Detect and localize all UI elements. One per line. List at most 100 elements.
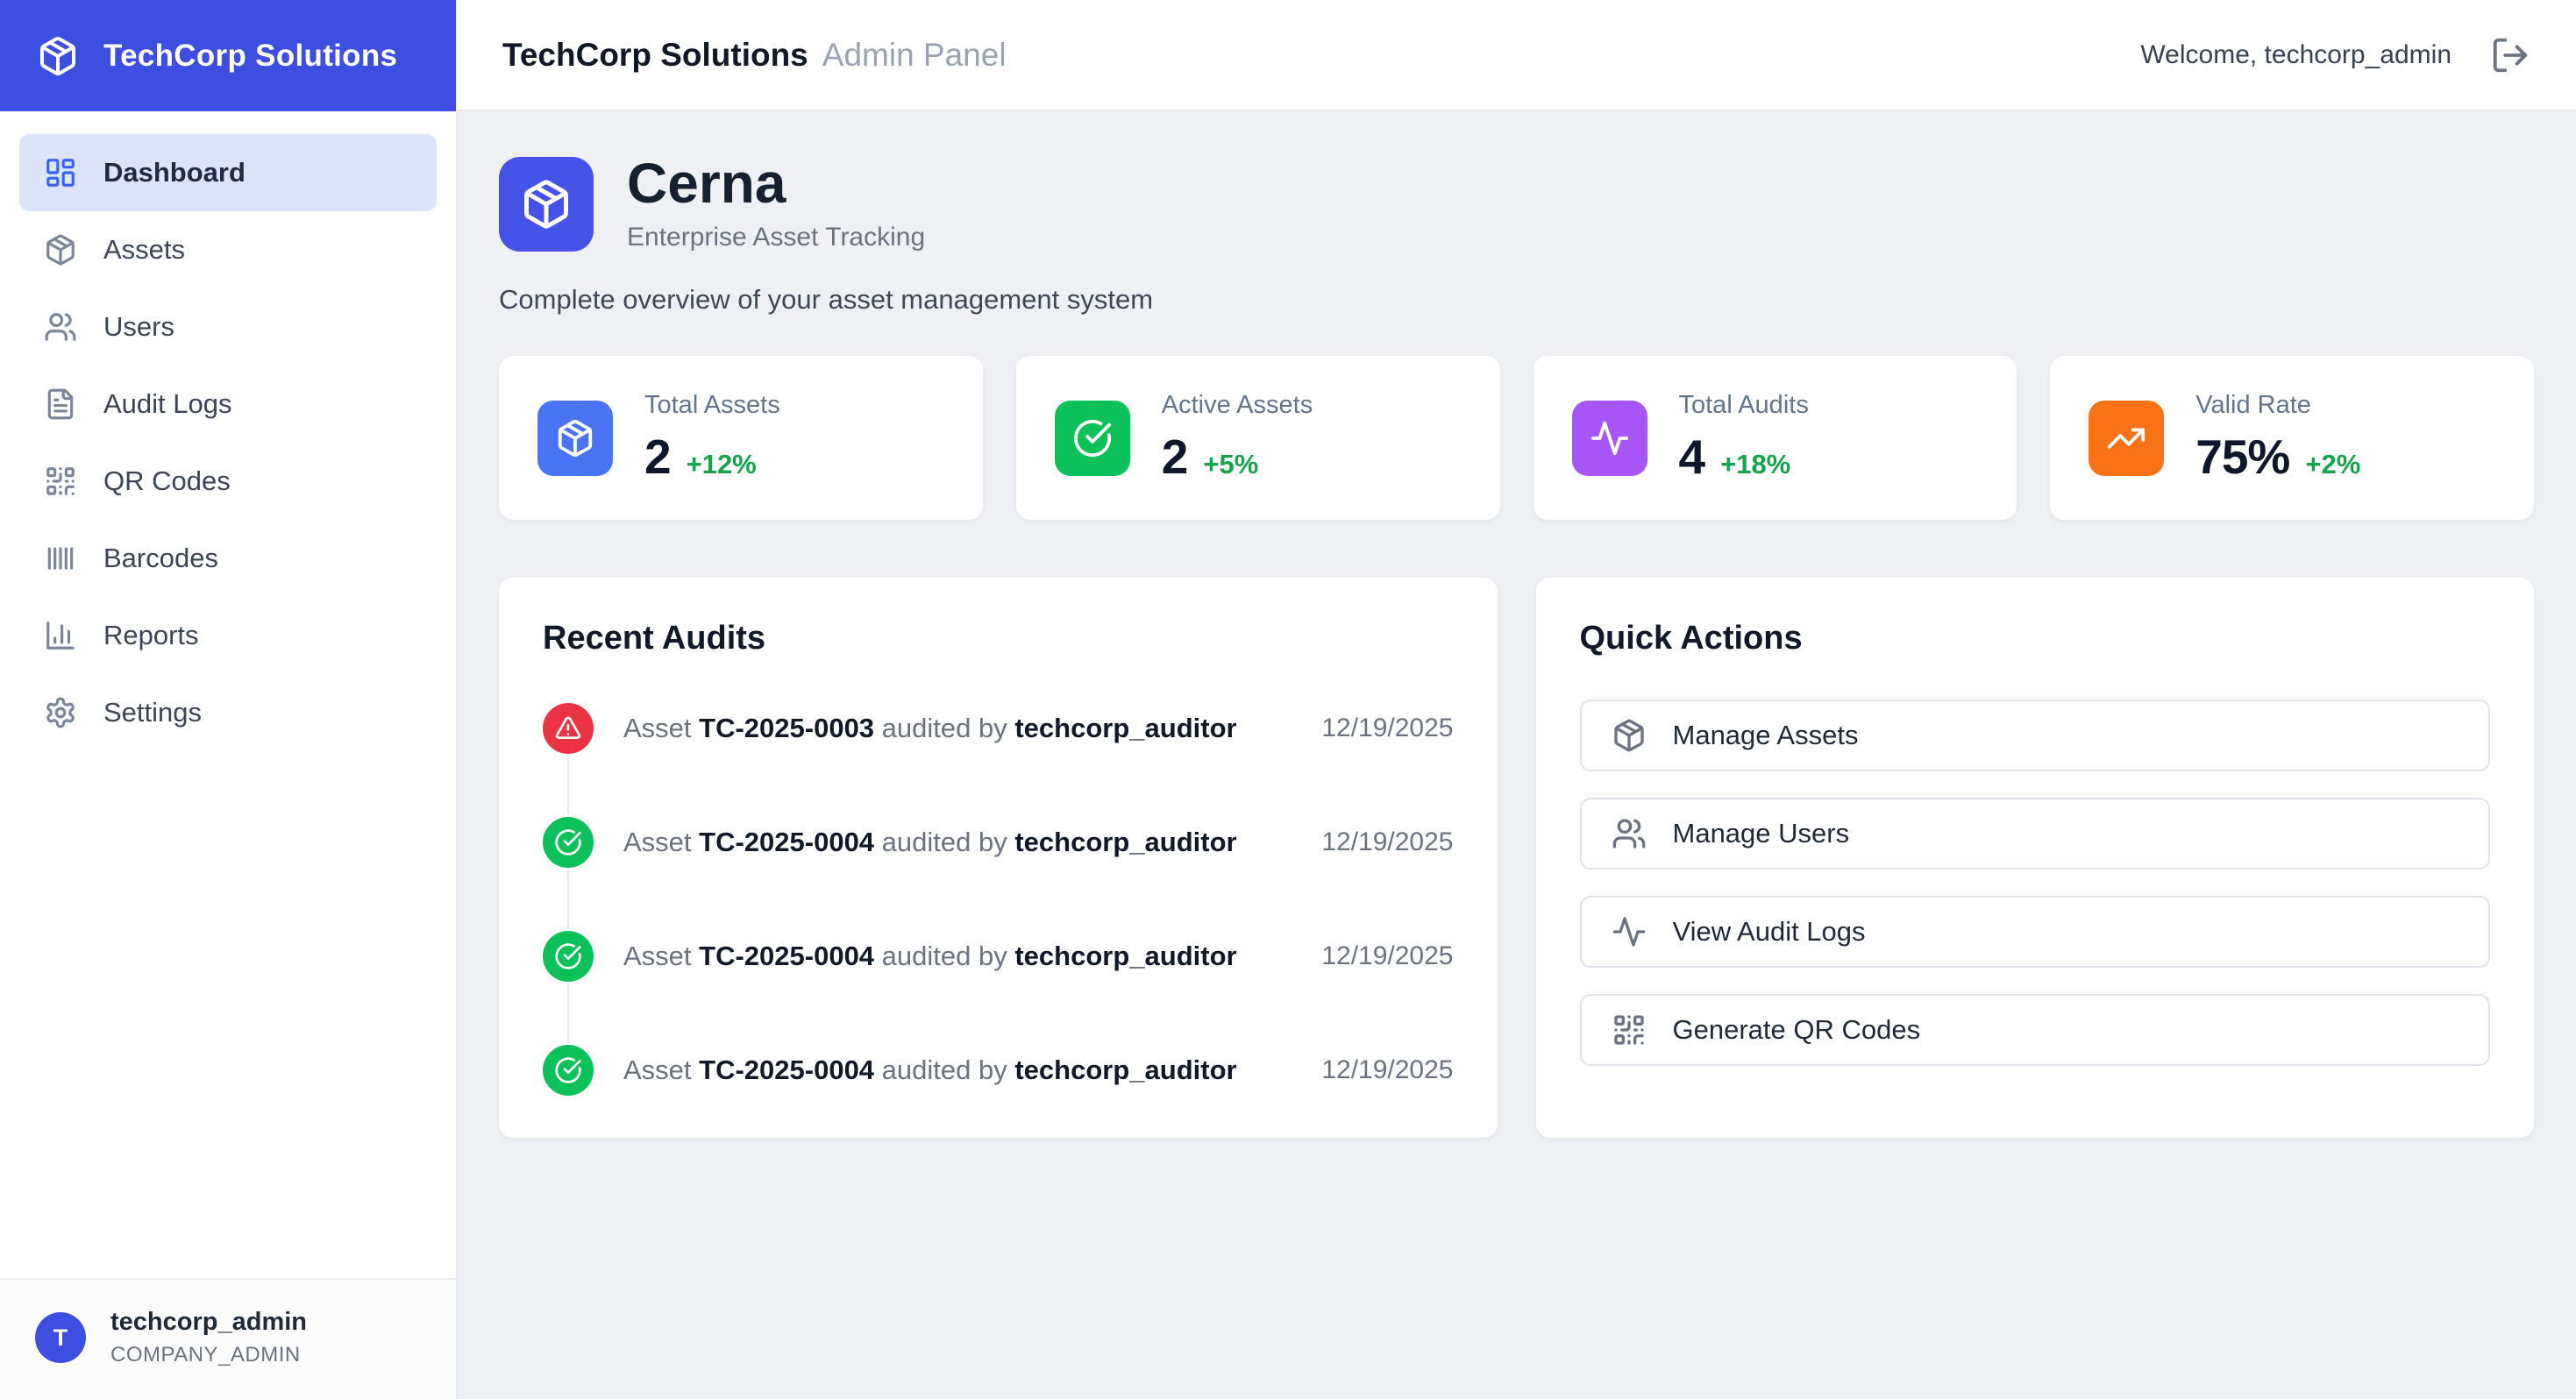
app-hero: Cerna Enterprise Asset Tracking (499, 155, 2534, 252)
stat-delta: +12% (687, 449, 757, 480)
bar-chart-icon (44, 619, 77, 652)
app-tagline: Enterprise Asset Tracking (627, 223, 925, 252)
page-title: TechCorp Solutions Admin Panel (502, 37, 1007, 74)
quick-actions-title: Quick Actions (1580, 620, 2491, 657)
package-icon (44, 233, 77, 266)
check-circle-chip (1055, 401, 1130, 476)
audit-date: 12/19/2025 (1321, 941, 1453, 971)
action-label: View Audit Logs (1673, 916, 1866, 948)
sidebar-item-barcodes[interactable]: Barcodes (19, 520, 437, 597)
manage-assets-button[interactable]: Manage Assets (1580, 700, 2491, 771)
audit-text: Asset TC-2025-0004 audited by techcorp_a… (623, 1055, 1292, 1086)
app-name: Cerna (627, 155, 925, 212)
sidebar: TechCorp Solutions Dashboard Assets Users A… (0, 0, 457, 1399)
sidebar-item-label: Assets (103, 234, 185, 266)
timeline-connector (567, 870, 569, 928)
audit-status-alert (543, 703, 594, 754)
check-circle-icon (554, 942, 582, 970)
trending-up-chip (2089, 401, 2164, 476)
manage-users-button[interactable]: Manage Users (1580, 798, 2491, 870)
sidebar-item-users[interactable]: Users (19, 288, 437, 366)
stat-value: 2 (644, 429, 671, 485)
quick-actions-list: Manage Assets Manage Users View Audit Logs… (1580, 700, 2491, 1066)
audit-date: 12/19/2025 (1321, 1055, 1453, 1085)
sidebar-user-section[interactable]: T techcorp_admin COMPANY_ADMIN (0, 1278, 456, 1399)
audit-status-ok (543, 817, 594, 868)
sidebar-item-label: Audit Logs (103, 388, 232, 420)
stat-value: 4 (1679, 429, 1705, 485)
page-title-secondary: Admin Panel (822, 37, 1007, 74)
stat-delta: +18% (1720, 449, 1790, 480)
audit-text: Asset TC-2025-0003 audited by techcorp_a… (623, 713, 1292, 744)
package-chip (537, 401, 613, 476)
brand-header: TechCorp Solutions (0, 0, 456, 111)
stat-label: Total Assets (644, 391, 780, 420)
audit-date: 12/19/2025 (1321, 827, 1453, 857)
check-circle-icon (1072, 418, 1113, 458)
check-circle-icon (554, 1056, 582, 1084)
qr-code-icon (1612, 1012, 1647, 1047)
audit-row: Asset TC-2025-0004 audited by techcorp_a… (543, 1045, 1454, 1096)
main-area: TechCorp Solutions Admin Panel Welcome, … (457, 0, 2576, 1399)
users-icon (44, 310, 77, 344)
stat-value: 2 (1162, 429, 1188, 485)
sidebar-item-label: Dashboard (103, 157, 246, 188)
stat-label: Valid Rate (2195, 391, 2360, 420)
package-icon (1612, 718, 1647, 753)
stat-card-total-audits: Total Audits4+18% (1534, 356, 2017, 520)
stat-delta: +5% (1203, 449, 1258, 480)
sidebar-item-dashboard[interactable]: Dashboard (19, 134, 437, 211)
stat-card-valid-rate: Valid Rate75%+2% (2050, 356, 2534, 520)
audit-row: Asset TC-2025-0004 audited by techcorp_a… (543, 817, 1454, 868)
quick-actions-panel: Quick Actions Manage Assets Manage Users V… (1536, 578, 2535, 1138)
alert-triangle-icon (554, 714, 582, 742)
action-label: Manage Assets (1673, 720, 1859, 751)
audit-status-ok (543, 931, 594, 982)
package-icon (520, 178, 573, 231)
stat-card-active-assets: Active Assets2+5% (1016, 356, 1500, 520)
activity-icon (1590, 418, 1630, 458)
users-icon (1612, 816, 1647, 851)
activity-chip (1572, 401, 1647, 476)
audit-date: 12/19/2025 (1321, 714, 1453, 743)
package-icon (555, 418, 595, 458)
panels-row: Recent Audits Asset TC-2025-0003 audited… (499, 578, 2534, 1138)
action-label: Generate QR Codes (1673, 1014, 1921, 1046)
sidebar-item-label: Users (103, 311, 174, 343)
audit-text: Asset TC-2025-0004 audited by techcorp_a… (623, 941, 1292, 972)
page-title-primary: TechCorp Solutions (502, 37, 808, 74)
recent-audits-title: Recent Audits (543, 620, 1454, 657)
app-logo-chip (499, 157, 594, 252)
trending-up-icon (2106, 418, 2146, 458)
activity-icon (1612, 914, 1647, 949)
user-role: COMPANY_ADMIN (110, 1343, 307, 1367)
sidebar-item-assets[interactable]: Assets (19, 211, 437, 288)
barcode-icon (44, 542, 77, 575)
stat-value: 75% (2195, 429, 2289, 485)
layout-dashboard-icon (44, 156, 77, 189)
user-avatar: T (35, 1312, 86, 1363)
sidebar-item-qr-codes[interactable]: QR Codes (19, 443, 437, 520)
sidebar-item-settings[interactable]: Settings (19, 674, 437, 751)
settings-icon (44, 696, 77, 729)
view-audit-logs-button[interactable]: View Audit Logs (1580, 896, 2491, 968)
topbar-right: Welcome, techcorp_admin (2140, 35, 2530, 75)
sidebar-item-label: QR Codes (103, 465, 231, 497)
topbar: TechCorp Solutions Admin Panel Welcome, … (457, 0, 2576, 111)
file-text-icon (44, 387, 77, 421)
sidebar-item-label: Reports (103, 620, 199, 651)
audit-row: Asset TC-2025-0004 audited by techcorp_a… (543, 931, 1454, 982)
sidebar-item-reports[interactable]: Reports (19, 597, 437, 674)
sidebar-item-audit-logs[interactable]: Audit Logs (19, 366, 437, 443)
dashboard-content: Cerna Enterprise Asset Tracking Complete… (457, 111, 2576, 1399)
brand-name: TechCorp Solutions (103, 39, 397, 74)
log-out-icon[interactable] (2490, 35, 2530, 75)
sidebar-item-label: Settings (103, 697, 202, 728)
page-description: Complete overview of your asset manageme… (499, 284, 2534, 316)
generate-qr-codes-button[interactable]: Generate QR Codes (1580, 994, 2491, 1066)
stats-row: Total Assets2+12%Active Assets2+5%Total … (499, 356, 2534, 520)
sidebar-item-label: Barcodes (103, 543, 218, 574)
timeline-connector (567, 756, 569, 814)
sidebar-nav: Dashboard Assets Users Audit Logs QR Codes Ba… (0, 111, 456, 774)
package-logo-icon (37, 35, 79, 77)
